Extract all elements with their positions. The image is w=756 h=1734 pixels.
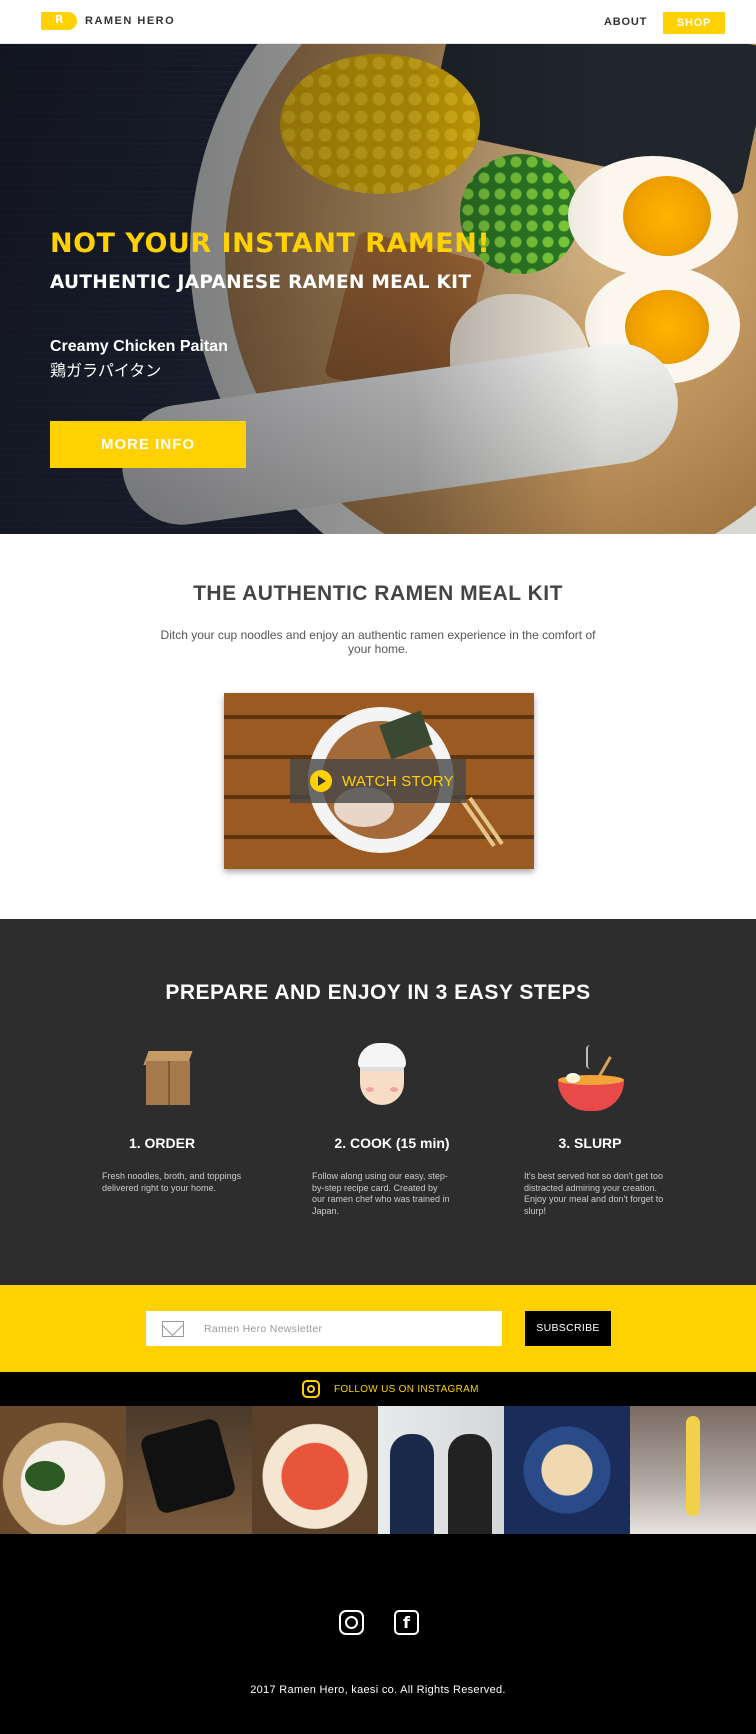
egg-ramen-photo[interactable] — [504, 1406, 630, 1534]
instagram-icon — [302, 1380, 320, 1398]
ramen-bowl-icon — [556, 1045, 626, 1115]
cap-photo[interactable] — [126, 1406, 252, 1534]
mail-icon — [162, 1320, 184, 1337]
copyright-text: 2017 Ramen Hero, kaesi co. All Rights Re… — [250, 1684, 506, 1696]
step-description: Fresh noodles, broth, and toppings deliv… — [102, 1171, 242, 1193]
logo-text: RAMEN HERO — [85, 15, 176, 27]
watch-story-label: WATCH STORY — [342, 772, 454, 790]
spicy-ramen-photo[interactable] — [252, 1406, 378, 1534]
watch-story-button[interactable]: WATCH STORY — [290, 759, 466, 803]
steps-title: PREPARE AND ENJOY IN 3 EASY STEPS — [165, 981, 591, 1004]
hero-flavor-name: Creamy Chicken Paitan — [50, 338, 228, 355]
noodle-lift-photo[interactable] — [630, 1406, 756, 1534]
logo-icon — [41, 12, 77, 30]
site-footer: f 2017 Ramen Hero, kaesi co. All Rights … — [0, 1534, 756, 1734]
site-header: RAMEN HERO ABOUT SHOP — [0, 0, 756, 44]
ramen-bowl-photo[interactable] — [0, 1406, 126, 1534]
instagram-icon[interactable] — [339, 1610, 364, 1635]
step-description: It's best served hot so don't get too di… — [524, 1171, 664, 1216]
hero-section: NOT YOUR INSTANT RAMEN! AUTHENTIC JAPANE… — [0, 44, 756, 534]
about-description: Ditch your cup noodles and enjoy an auth… — [160, 628, 596, 656]
nav-about-link[interactable]: ABOUT — [604, 16, 647, 28]
story-video[interactable]: WATCH STORY — [224, 693, 534, 869]
newsletter-placeholder: Ramen Hero Newsletter — [204, 1322, 323, 1335]
box-icon — [138, 1047, 208, 1117]
facebook-icon[interactable]: f — [394, 1610, 419, 1635]
newsletter-section: Ramen Hero Newsletter SUBSCRIBE — [0, 1285, 756, 1372]
logo[interactable]: RAMEN HERO — [41, 12, 175, 30]
hero-title: NOT YOUR INSTANT RAMEN! — [50, 228, 491, 259]
play-icon — [310, 770, 332, 792]
newsletter-email-field[interactable]: Ramen Hero Newsletter — [146, 1311, 502, 1346]
subscribe-button[interactable]: SUBSCRIBE — [525, 1311, 611, 1346]
instagram-bar: FOLLOW US ON INSTAGRAM — [0, 1372, 756, 1406]
hero-subtitle: AUTHENTIC JAPANESE RAMEN MEAL KIT — [50, 272, 472, 293]
step-title: 3. SLURP — [558, 1135, 622, 1151]
steps-section: PREPARE AND ENJOY IN 3 EASY STEPS 1. ORD… — [0, 919, 756, 1285]
founders-photo[interactable] — [378, 1406, 504, 1534]
more-info-button[interactable]: MORE INFO — [50, 421, 246, 468]
about-section: THE AUTHENTIC RAMEN MEAL KIT Ditch your … — [0, 534, 756, 919]
step-title: 1. ORDER — [128, 1135, 196, 1151]
step-title: 2. COOK (15 min) — [334, 1135, 450, 1151]
about-title: THE AUTHENTIC RAMEN MEAL KIT — [193, 582, 563, 605]
instagram-gallery — [0, 1406, 756, 1534]
instagram-follow-link[interactable]: FOLLOW US ON INSTAGRAM — [302, 1380, 479, 1398]
nav-shop-button[interactable]: SHOP — [663, 12, 725, 34]
chef-icon — [348, 1043, 418, 1113]
hero-flavor-name-jp: 鶏ガラパイタン — [50, 361, 162, 380]
step-description: Follow along using our easy, step-by-ste… — [312, 1171, 450, 1216]
instagram-follow-label: FOLLOW US ON INSTAGRAM — [334, 1383, 479, 1395]
